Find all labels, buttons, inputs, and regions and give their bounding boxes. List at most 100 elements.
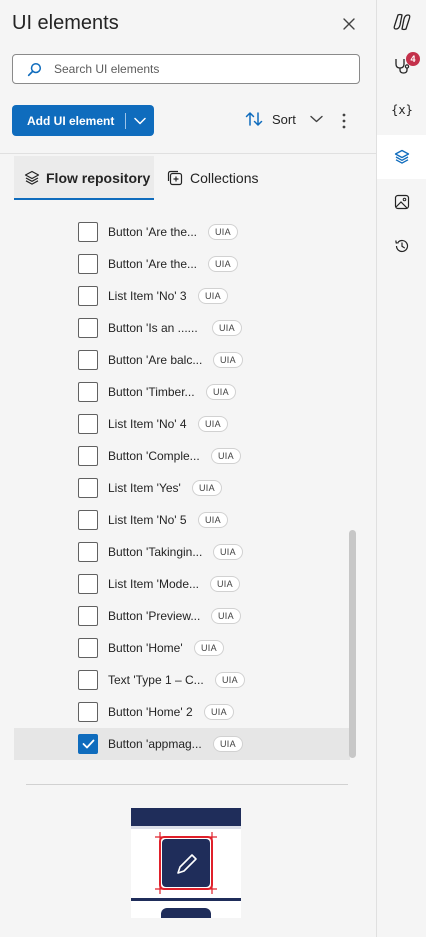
item-type-badge: UIA xyxy=(198,512,228,528)
list-item[interactable]: Button 'Comple... UIA xyxy=(14,440,350,472)
item-label: List Item 'No' 5 xyxy=(108,513,187,527)
search-icon xyxy=(27,62,42,76)
close-button[interactable] xyxy=(338,13,360,35)
item-label: Button 'Are the... xyxy=(108,225,198,239)
rail-flow-checker-button[interactable]: 4 xyxy=(377,44,426,88)
sort-button[interactable]: Sort xyxy=(245,111,323,127)
list-item[interactable]: Button 'Home' UIA xyxy=(14,632,350,664)
item-checkbox[interactable] xyxy=(78,222,98,242)
ui-element-list: Button 'Are the... UIA Button 'Are the... U… xyxy=(14,216,350,760)
item-type-badge: UIA xyxy=(215,672,245,688)
list-item[interactable]: Button 'appmag... UIA xyxy=(14,728,350,760)
sort-label: Sort xyxy=(272,111,296,127)
item-label: Button 'Home' 2 xyxy=(108,705,193,719)
item-checkbox[interactable] xyxy=(78,286,98,306)
item-checkbox[interactable] xyxy=(78,254,98,274)
item-checkbox[interactable] xyxy=(78,382,98,402)
tab-collections[interactable]: Collections xyxy=(160,156,280,200)
item-label: Button 'appmag... xyxy=(108,737,202,751)
add-menu-chevron[interactable] xyxy=(126,117,154,125)
preview-screenshot xyxy=(131,808,241,918)
item-label: List Item 'No' 4 xyxy=(108,417,187,431)
tab-flow-repository[interactable]: Flow repository xyxy=(14,156,154,200)
item-type-badge: UIA xyxy=(208,256,238,272)
list-item[interactable]: List Item 'No' 5 UIA xyxy=(14,504,350,536)
item-checkbox[interactable] xyxy=(78,574,98,594)
item-label: Button 'Are the... xyxy=(108,257,198,271)
item-type-badge: UIA xyxy=(210,576,240,592)
item-checkbox[interactable] xyxy=(78,638,98,658)
list-item[interactable]: Button 'Is an ...... UIA xyxy=(14,312,350,344)
rail-images-button[interactable] xyxy=(377,180,426,224)
item-checkbox[interactable] xyxy=(78,478,98,498)
tab-flow-repository-label: Flow repository xyxy=(46,170,151,186)
item-label: Button 'Are balc... xyxy=(108,353,203,367)
list-item[interactable]: Button 'Preview... UIA xyxy=(14,600,350,632)
list-item[interactable]: Button 'Are the... UIA xyxy=(14,216,350,248)
item-checkbox[interactable] xyxy=(78,510,98,530)
search-box[interactable] xyxy=(12,54,360,84)
item-type-badge: UIA xyxy=(206,384,236,400)
list-item[interactable]: Button 'Takingin... UIA xyxy=(14,536,350,568)
error-count-badge: 4 xyxy=(406,52,420,66)
item-label: Button 'Preview... xyxy=(108,609,201,623)
item-label: List Item 'No' 3 xyxy=(108,289,187,303)
more-options-button[interactable] xyxy=(337,110,351,132)
item-checkbox[interactable] xyxy=(78,318,98,338)
more-icon xyxy=(342,113,346,129)
item-label: Text 'Type 1 – C... xyxy=(108,673,204,687)
list-item[interactable]: List Item 'Yes' UIA xyxy=(14,472,350,504)
item-label: Button 'Takingin... xyxy=(108,545,203,559)
item-type-badge: UIA xyxy=(194,640,224,656)
item-checkbox[interactable] xyxy=(78,670,98,690)
list-item[interactable]: Button 'Are balc... UIA xyxy=(14,344,350,376)
copilot-icon xyxy=(393,13,411,31)
item-checkbox[interactable] xyxy=(78,542,98,562)
item-label: Button 'Timber... xyxy=(108,385,195,399)
item-checkbox[interactable] xyxy=(78,734,98,754)
item-label: List Item 'Yes' xyxy=(108,481,181,495)
item-checkbox[interactable] xyxy=(78,350,98,370)
item-type-badge: UIA xyxy=(208,224,238,240)
list-item[interactable]: Button 'Home' 2 UIA xyxy=(14,696,350,728)
item-type-badge: UIA xyxy=(212,320,242,336)
close-icon xyxy=(343,18,355,30)
checkmark-icon xyxy=(82,739,94,749)
item-checkbox[interactable] xyxy=(78,414,98,434)
collections-icon xyxy=(167,170,183,186)
rail-history-button[interactable] xyxy=(377,224,426,268)
item-type-badge: UIA xyxy=(213,544,243,560)
list-item[interactable]: List Item 'Mode... UIA xyxy=(14,568,350,600)
add-ui-element-button[interactable]: Add UI element xyxy=(12,105,154,136)
search-input[interactable] xyxy=(54,62,344,76)
active-tab-indicator xyxy=(14,198,154,200)
list-item[interactable]: Button 'Are the... UIA xyxy=(14,248,350,280)
chevron-down-icon xyxy=(310,115,323,123)
item-type-badge: UIA xyxy=(211,448,241,464)
item-label: Button 'Home' xyxy=(108,641,183,655)
panel-title: UI elements xyxy=(12,12,119,34)
history-icon xyxy=(395,239,409,253)
list-item[interactable]: List Item 'No' 4 UIA xyxy=(14,408,350,440)
item-type-badge: UIA xyxy=(192,480,222,496)
item-checkbox[interactable] xyxy=(78,446,98,466)
sort-icon xyxy=(245,112,263,126)
list-scrollbar[interactable] xyxy=(349,530,356,758)
rail-ui-elements-button[interactable] xyxy=(377,135,426,179)
element-preview-image xyxy=(131,808,241,918)
tab-collections-label: Collections xyxy=(190,170,259,186)
list-item[interactable]: List Item 'No' 3 UIA xyxy=(14,280,350,312)
rail-copilot-button[interactable] xyxy=(377,0,426,44)
right-rail: 4 {x} xyxy=(376,0,426,937)
list-item[interactable]: Button 'Timber... UIA xyxy=(14,376,350,408)
layers-icon xyxy=(24,170,40,185)
item-checkbox[interactable] xyxy=(78,606,98,626)
item-checkbox[interactable] xyxy=(78,702,98,722)
item-type-badge: UIA xyxy=(198,416,228,432)
list-item[interactable]: Text 'Type 1 – C... UIA xyxy=(14,664,350,696)
item-type-badge: UIA xyxy=(213,736,243,752)
rail-variables-button[interactable]: {x} xyxy=(377,88,426,132)
image-icon xyxy=(394,194,410,210)
header-divider xyxy=(0,153,376,154)
item-type-badge: UIA xyxy=(198,288,228,304)
